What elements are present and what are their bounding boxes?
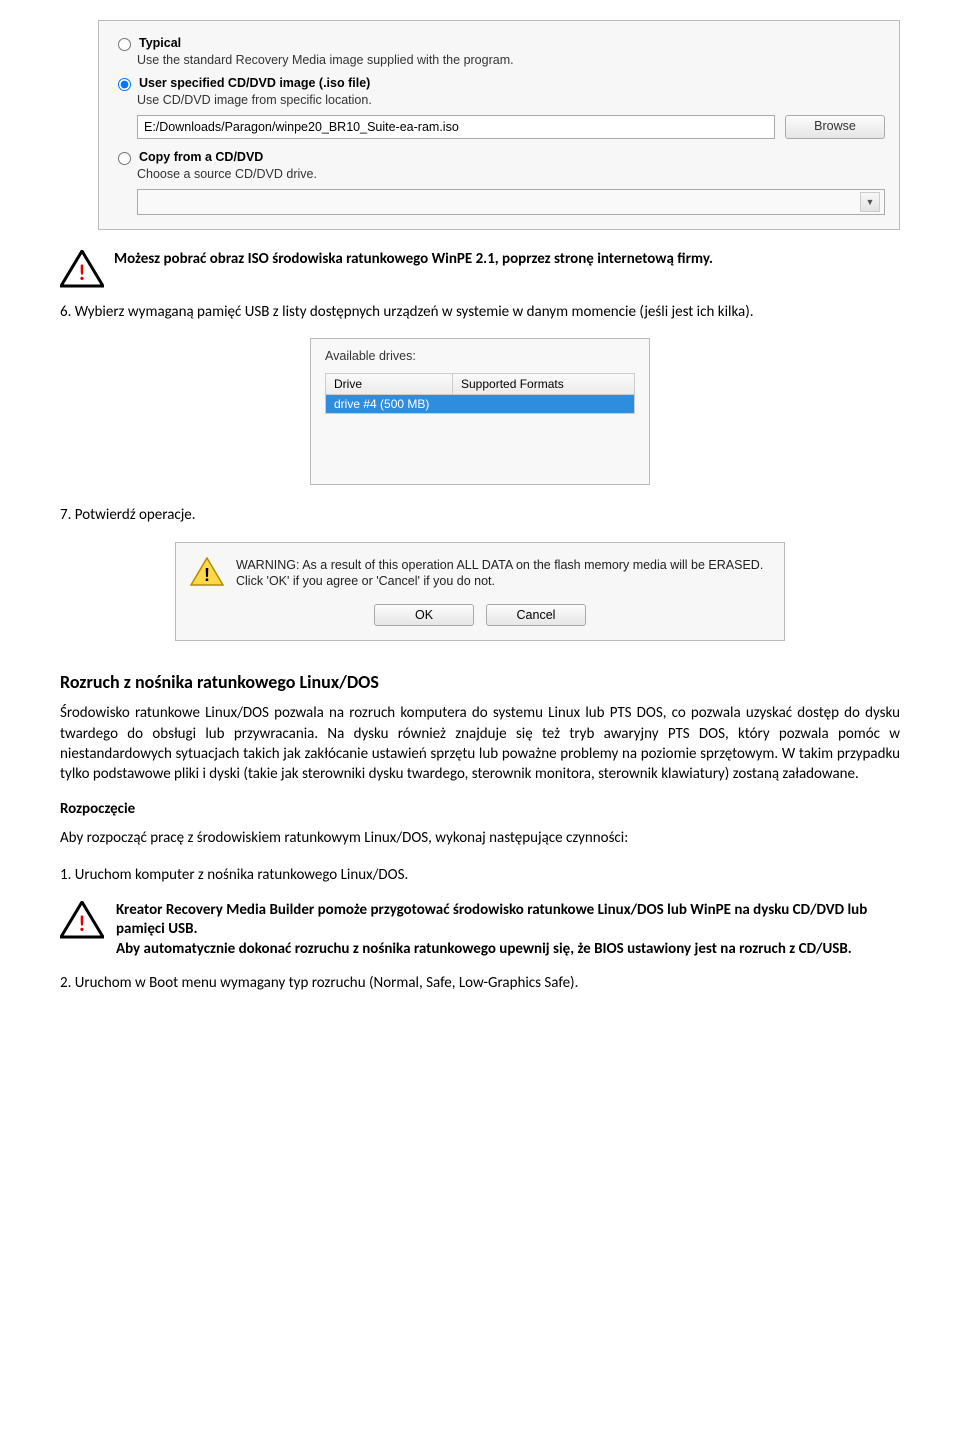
drives-table: Drive Supported Formats drive #4 (500 MB… xyxy=(325,373,635,414)
typical-description: Use the standard Recovery Media image su… xyxy=(137,53,885,67)
dialog-warning-text: WARNING: As a result of this operation A… xyxy=(236,557,770,591)
subheading-rozpoczecie: Rozpoczęcie xyxy=(60,800,900,818)
available-drives-panel: Available drives: Drive Supported Format… xyxy=(310,338,650,485)
iso-path-input[interactable] xyxy=(137,115,775,139)
source-drive-dropdown[interactable]: ▼ xyxy=(137,189,885,215)
radio-copycd-label: Copy from a CD/DVD xyxy=(139,150,263,164)
radio-copycd[interactable] xyxy=(118,152,131,165)
warning-text-iso: Możesz pobrać obraz ISO środowiska ratun… xyxy=(114,250,713,270)
radio-option-userimage[interactable]: User specified CD/DVD image (.iso file) xyxy=(113,75,885,91)
section-body-linuxdos: Środowisko ratunkowe Linux/DOS pozwala n… xyxy=(60,703,900,784)
svg-text:!: ! xyxy=(78,259,85,286)
warning-text-bios: Kreator Recovery Media Builder pomoże pr… xyxy=(116,901,900,960)
drives-col-formats: Supported Formats xyxy=(453,374,634,394)
available-drives-caption: Available drives: xyxy=(325,349,635,363)
drives-row-selected[interactable]: drive #4 (500 MB) xyxy=(326,395,634,413)
warning-icon: ! xyxy=(60,250,104,288)
radio-option-copycd[interactable]: Copy from a CD/DVD xyxy=(113,149,885,165)
drives-col-drive: Drive xyxy=(326,374,453,394)
drives-table-header: Drive Supported Formats xyxy=(326,374,634,395)
dropdown-arrow-icon: ▼ xyxy=(860,192,880,212)
warning-bios-line1: Kreator Recovery Media Builder pomoże pr… xyxy=(116,901,867,939)
recovery-media-source-panel: Typical Use the standard Recovery Media … xyxy=(98,20,900,230)
svg-text:!: ! xyxy=(204,565,210,585)
step-7-text: 7. Potwierdź operacje. xyxy=(60,505,900,525)
warning-bios-line2: Aby automatycznie dokonać rozruchu z noś… xyxy=(116,940,852,958)
svg-text:!: ! xyxy=(78,910,85,937)
step-6-text: 6. Wybierz wymaganą pamięć USB z listy d… xyxy=(60,302,900,322)
boot-step-2: 2. Uruchom w Boot menu wymagany typ rozr… xyxy=(60,973,900,993)
section-heading-linuxdos: Rozruch z nośnika ratunkowego Linux/DOS xyxy=(60,671,900,693)
drives-row-cell: drive #4 (500 MB) xyxy=(326,395,452,413)
radio-typical[interactable] xyxy=(118,38,131,51)
rozpoczecie-text: Aby rozpocząć pracę z środowiskiem ratun… xyxy=(60,828,900,848)
cancel-button[interactable]: Cancel xyxy=(486,604,586,626)
warning-icon: ! xyxy=(60,901,104,939)
dialog-warning-icon: ! xyxy=(190,557,224,591)
radio-userimage-label: User specified CD/DVD image (.iso file) xyxy=(139,76,370,90)
browse-button[interactable]: Browse xyxy=(785,115,885,139)
radio-userimage[interactable] xyxy=(118,78,131,91)
userimage-description: Use CD/DVD image from specific location. xyxy=(137,93,885,107)
radio-typical-label: Typical xyxy=(139,36,181,50)
radio-option-typical[interactable]: Typical xyxy=(113,35,885,51)
copycd-description: Choose a source CD/DVD drive. xyxy=(137,167,885,181)
ok-button[interactable]: OK xyxy=(374,604,474,626)
erase-warning-dialog: ! WARNING: As a result of this operation… xyxy=(175,542,785,642)
boot-step-1: 1. Uruchom komputer z nośnika ratunkoweg… xyxy=(60,865,900,885)
